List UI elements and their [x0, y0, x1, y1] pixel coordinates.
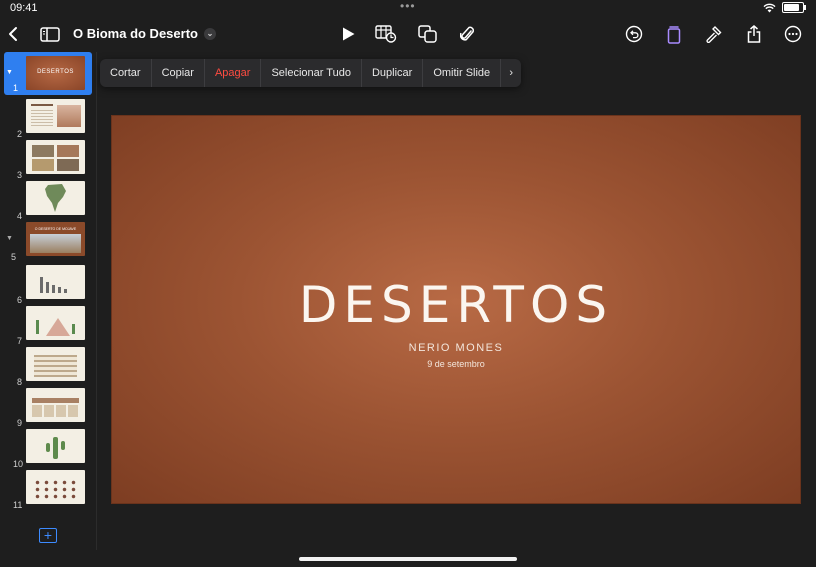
status-icons: [763, 2, 806, 13]
paperclip-icon: [460, 26, 474, 41]
slide-number: 11: [13, 500, 23, 510]
chevron-right-icon[interactable]: ›: [501, 67, 521, 79]
menu-item-copy[interactable]: Copiar: [152, 59, 205, 87]
thumbnail-image: [26, 181, 85, 215]
ellipsis-circle-icon: [784, 25, 802, 43]
slide-number: 7: [17, 336, 23, 346]
thumbnail-image: [26, 429, 85, 463]
thumbnail-image: [26, 265, 85, 299]
table-chart-icon: [375, 25, 397, 43]
slide-thumbnail-11[interactable]: 11: [0, 470, 96, 510]
chevron-left-icon: [9, 27, 17, 41]
thumbnail-image: [26, 99, 85, 133]
slide-number: 5: [11, 252, 17, 262]
slide-thumbnail-4[interactable]: 4: [0, 181, 96, 221]
thumbnail-image: [26, 388, 85, 422]
paintbrush-format-icon: [667, 25, 681, 44]
toolbar: O Bioma do Deserto ⌄: [0, 16, 816, 52]
sidebar-toggle-button[interactable]: [37, 21, 63, 47]
share-button[interactable]: [741, 21, 767, 47]
slide-thumbnail-3[interactable]: 3: [0, 140, 96, 180]
slide-number: 4: [17, 211, 23, 221]
document-title-button[interactable]: O Bioma do Deserto ⌄: [73, 26, 216, 41]
thumbnail-image: DESERTOS: [26, 56, 85, 90]
slide-canvas[interactable]: DESERTOS NERIO MONES 9 de setembro: [112, 116, 800, 503]
context-menu: Cortar Copiar Apagar Selecionar Tudo Dup…: [100, 59, 522, 87]
slide-navigator: ▼ DESERTOS 1 2 3 4 ▼ O DESERTO DE MOJAVE…: [0, 52, 97, 550]
menu-item-cut[interactable]: Cortar: [100, 59, 152, 87]
thumbnail-title: O DESERTO DE MOJAVE: [34, 227, 77, 231]
disclosure-triangle-icon[interactable]: ▼: [6, 69, 13, 76]
back-button[interactable]: [0, 21, 26, 47]
document-title: O Bioma do Deserto: [73, 26, 198, 41]
slide-number: 10: [13, 459, 24, 469]
thumbnail-image: [26, 306, 85, 340]
slide-thumbnail-5[interactable]: ▼ O DESERTO DE MOJAVE 5: [0, 222, 96, 262]
thumbnail-title: DESERTOS: [37, 69, 74, 75]
slide-thumbnail-2[interactable]: 2: [0, 99, 96, 139]
slide-author[interactable]: NERIO MONES: [112, 342, 800, 354]
slide-thumbnail-10[interactable]: 10: [0, 429, 96, 469]
insert-media-button[interactable]: [454, 21, 480, 47]
slide-number: 8: [17, 377, 23, 387]
thumbnail-image: [26, 347, 85, 381]
slide-number: 2: [17, 129, 23, 139]
hammer-icon: [706, 26, 722, 43]
status-bar: 09:41 •••: [0, 0, 816, 16]
slide-thumbnail-7[interactable]: 7: [0, 306, 96, 346]
slide-thumbnail-9[interactable]: 9: [0, 388, 96, 428]
thumbnail-image: O DESERTO DE MOJAVE: [26, 222, 85, 256]
insert-table-chart-button[interactable]: [373, 21, 399, 47]
multitasking-dots-icon[interactable]: •••: [400, 0, 416, 13]
play-button[interactable]: [335, 21, 361, 47]
undo-icon: [625, 25, 643, 43]
insert-shape-button[interactable]: [415, 21, 441, 47]
menu-item-select-all[interactable]: Selecionar Tudo: [261, 59, 362, 87]
slide-thumbnail-6[interactable]: 6: [0, 265, 96, 305]
clock: 09:41: [10, 2, 38, 14]
sidebar-icon: [40, 26, 60, 42]
thumbnail-image: [26, 470, 85, 504]
home-indicator[interactable]: [299, 557, 517, 561]
chevron-down-icon: ⌄: [203, 27, 216, 40]
slide-number: 3: [17, 170, 23, 180]
slide-title[interactable]: DESERTOS: [112, 276, 800, 334]
format-button[interactable]: [661, 21, 687, 47]
tools-button[interactable]: [701, 21, 727, 47]
slide-number: 9: [17, 418, 23, 428]
battery-icon: [782, 2, 806, 13]
slide-number: 6: [17, 295, 23, 305]
add-slide-button[interactable]: +: [39, 528, 57, 543]
menu-item-duplicate[interactable]: Duplicar: [362, 59, 424, 87]
menu-item-delete[interactable]: Apagar: [205, 59, 262, 87]
undo-button[interactable]: [621, 21, 647, 47]
share-icon: [747, 25, 761, 43]
disclosure-triangle-icon[interactable]: ▼: [6, 235, 13, 242]
thumbnail-image: [26, 140, 85, 174]
more-button[interactable]: [780, 21, 806, 47]
menu-item-skip-slide[interactable]: Omitir Slide: [423, 59, 502, 87]
wifi-icon: [763, 3, 776, 12]
play-icon: [342, 27, 354, 41]
slide-number: 1: [13, 83, 19, 93]
slide-thumbnail-1[interactable]: ▼ DESERTOS 1: [0, 52, 96, 95]
slide-date[interactable]: 9 de setembro: [112, 359, 800, 369]
slide-thumbnail-8[interactable]: 8: [0, 347, 96, 387]
shapes-icon: [418, 25, 437, 43]
